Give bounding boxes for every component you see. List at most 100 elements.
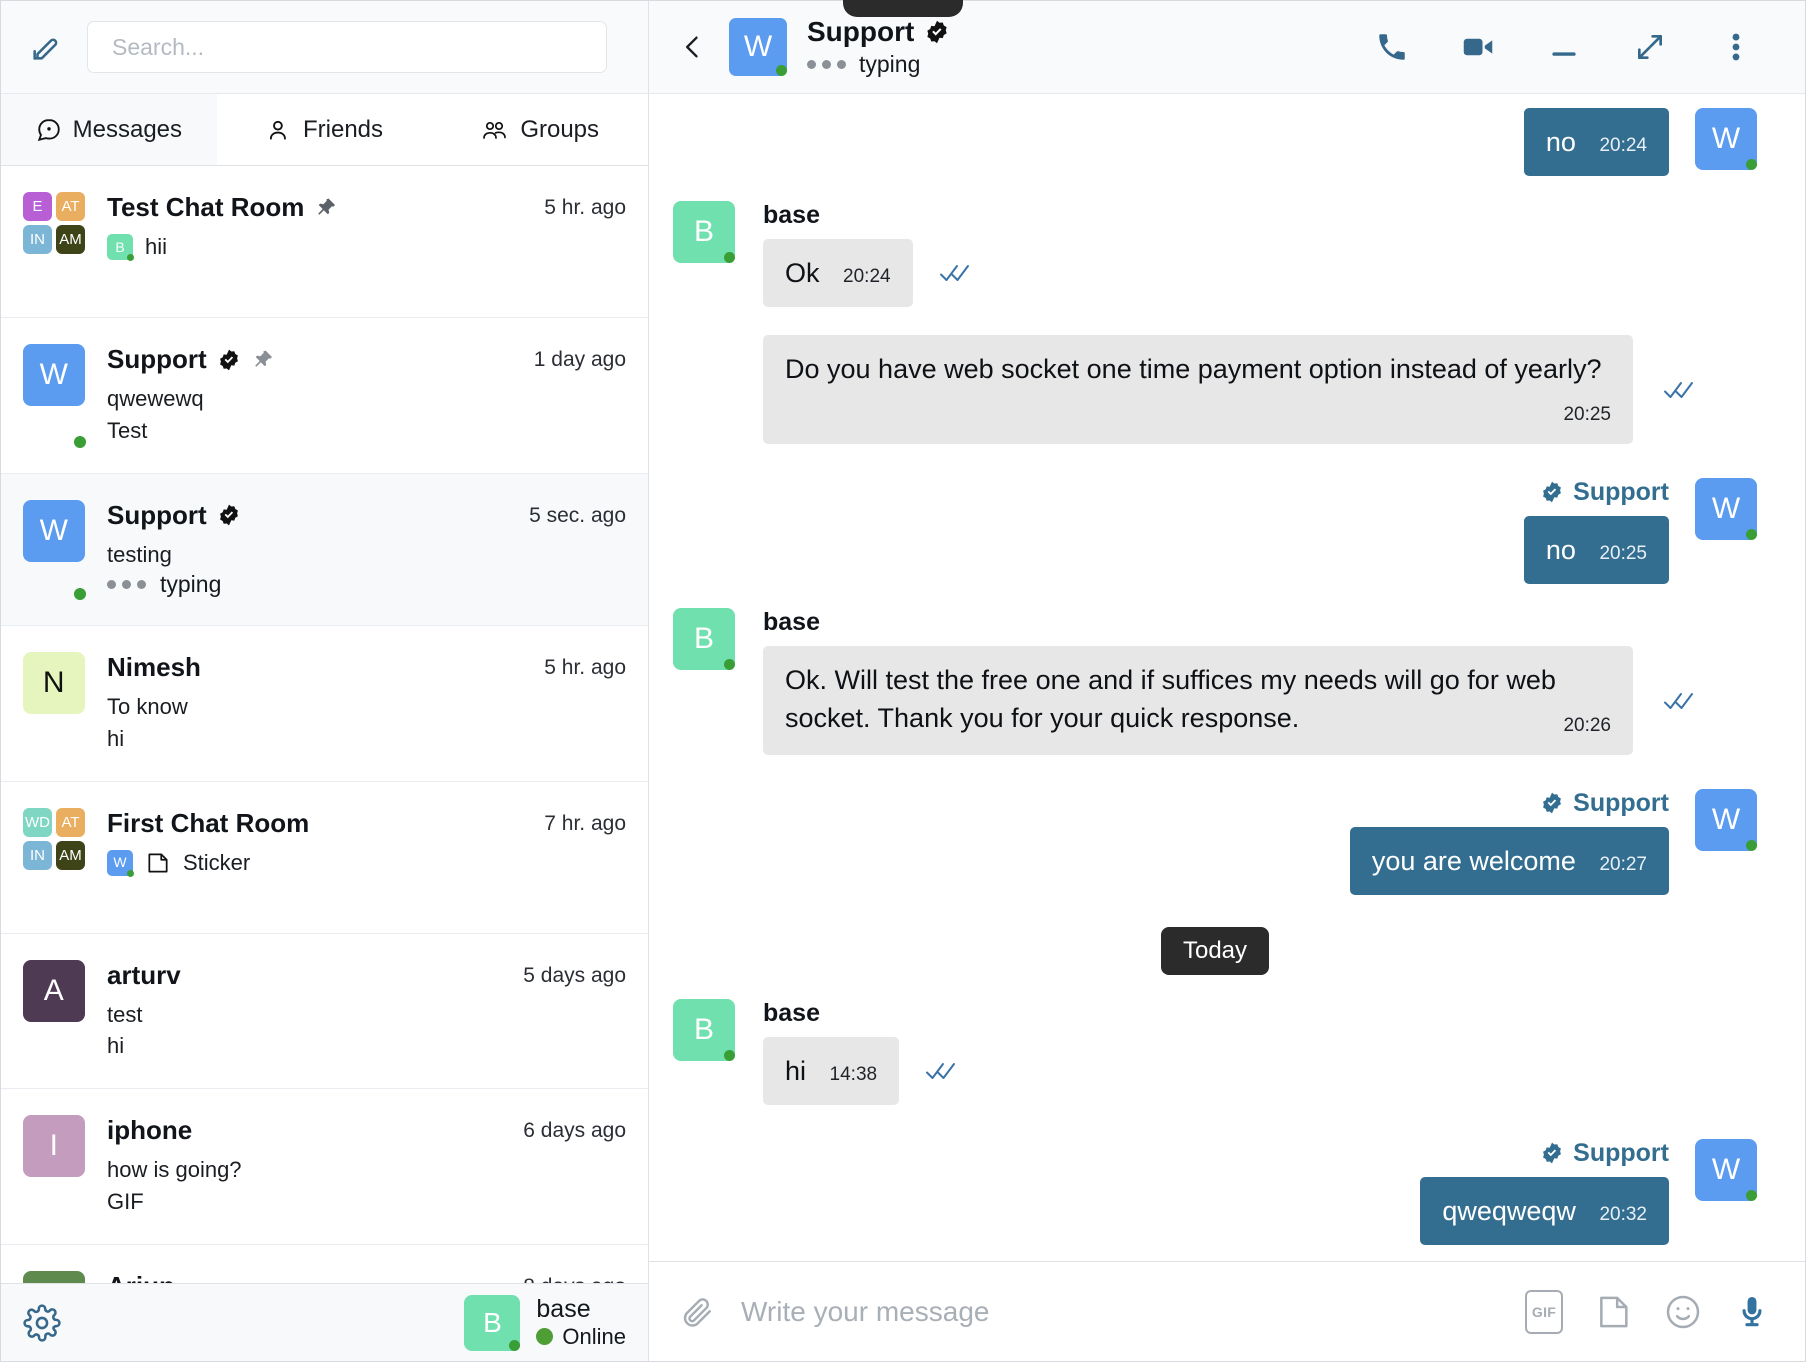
message-sender: Support [1573, 477, 1669, 506]
search-input[interactable] [112, 33, 582, 61]
chevron-left-icon[interactable] [679, 31, 729, 63]
message-sender-row: Support [1540, 478, 1669, 507]
message-list[interactable]: no 20:24 W B base Ok 20:24 Do you have w… [649, 94, 1805, 1261]
online-dot-icon [536, 1328, 554, 1346]
message-bubble[interactable]: Ok. Will test the free one and if suffic… [763, 646, 1633, 756]
avatar-tile: AT [56, 192, 85, 221]
paperclip-icon[interactable] [679, 1294, 715, 1330]
vertical-dots-icon[interactable] [1693, 17, 1779, 77]
avatar: B [673, 200, 735, 263]
group-avatar: WD AT IN AM [23, 807, 85, 907]
message-bubble[interactable]: qweqweqw 20:32 [1420, 1176, 1669, 1245]
message-column: Support no 20:25 [1523, 478, 1669, 584]
tab-groups-label: Groups [520, 115, 600, 143]
chat-header-title-row: Support [807, 16, 950, 48]
avatar-tile: WD [23, 807, 52, 837]
message-time: 20:27 [1599, 853, 1647, 875]
chat-header: W Support typing [649, 1, 1805, 94]
microphone-icon[interactable] [1733, 1293, 1771, 1331]
chat-list-item-name: Support [107, 499, 207, 530]
message-sender: base [763, 608, 820, 637]
chat-list-item-support-2[interactable]: W Support testing typing 5 sec. ago [1, 473, 648, 626]
minimize-icon[interactable] [1521, 17, 1607, 77]
message-input[interactable] [741, 1295, 1525, 1328]
message-bubble[interactable]: no 20:24 [1523, 108, 1669, 177]
avatar: A [23, 959, 85, 1063]
compose-pencil-icon[interactable] [23, 24, 69, 70]
message-composer: GIF [649, 1261, 1805, 1361]
double-check-icon [925, 1060, 959, 1082]
avatar: W [1695, 108, 1757, 170]
message-sender: Support [1573, 788, 1669, 817]
avatar-initial: N [23, 651, 85, 714]
chat-list-item-body: Nimesh To know hi [107, 652, 510, 755]
avatar-tile: IN [23, 840, 52, 870]
message-time: 14:38 [829, 1064, 878, 1085]
current-user-profile[interactable]: B base Online [464, 1294, 626, 1351]
message-text: Ok [785, 257, 820, 288]
message-text: Ok. Will test the free one and if suffic… [785, 665, 1556, 734]
chat-list-item-name: arturv [107, 959, 181, 990]
message-row: no 20:24 W [673, 108, 1757, 177]
avatar-initial: W [23, 499, 85, 562]
chat-list-item-body: Support testing typing [107, 500, 495, 599]
message-text: qweqweqw [1442, 1195, 1576, 1226]
chat-list-item-time: 5 hr. ago [544, 196, 626, 219]
sidebar-footer: B base Online [1, 1283, 648, 1361]
chat-pane: W Support typing no 20:24 W B base Ok 20… [649, 1, 1805, 1361]
gear-icon[interactable] [23, 1303, 61, 1342]
message-row: B base Ok 20:24 Do you have web socket o… [673, 200, 1757, 445]
preview-sender-avatar: B [107, 233, 134, 261]
message-sender: base [763, 999, 820, 1027]
message-bubble[interactable]: Do you have web socket one time payment … [763, 334, 1633, 445]
search-box[interactable] [87, 21, 607, 73]
chat-header-avatar: W [729, 18, 787, 76]
page-title: Support [807, 16, 915, 47]
chat-list-item-preview: qwewewq [107, 386, 204, 411]
message-sender: Support [1573, 1138, 1669, 1167]
chat-list-item-iphone[interactable]: I iphone how is going? GIF 6 days ago [1, 1089, 648, 1246]
chat-list-item-preview: test [107, 1001, 143, 1027]
video-camera-icon[interactable] [1435, 17, 1521, 77]
verified-badge-icon [217, 503, 241, 527]
chat-list-item-support-1[interactable]: W Support qwewewq Test 1 day ago [1, 318, 648, 474]
sticker-icon [145, 850, 171, 876]
chat-header-meta: Support typing [807, 16, 950, 78]
chat-list-item-preview: testing [107, 541, 172, 567]
current-user-name: base [536, 1295, 591, 1324]
chat-list-item-first-chat-room[interactable]: WD AT IN AM First Chat Room W Sticker 7 … [1, 781, 648, 934]
chat-list-item-body: Support qwewewq Test [107, 344, 500, 447]
message-bubble[interactable]: Ok 20:24 [763, 238, 913, 307]
chat-header-status-label: typing [859, 51, 921, 77]
expand-arrows-icon[interactable] [1607, 17, 1693, 77]
avatar-tile: E [23, 192, 52, 221]
person-icon [266, 117, 292, 143]
message-bubble[interactable]: hi 14:38 [763, 1037, 900, 1106]
phone-icon[interactable] [1349, 17, 1435, 77]
message-column: no 20:24 [1523, 108, 1669, 177]
chat-list-item-body: First Chat Room W Sticker [107, 808, 510, 907]
chat-list-item-arturv[interactable]: A arturv test hi 5 days ago [1, 933, 648, 1090]
tab-friends[interactable]: Friends [216, 94, 433, 165]
message-time: 20:24 [843, 265, 891, 287]
smiley-icon[interactable] [1663, 1292, 1703, 1332]
chat-list[interactable]: E AT IN AM Test Chat Room B hii 5 hr. ag… [1, 166, 648, 1361]
chat-list-item-name: Nimesh [107, 651, 201, 682]
double-check-icon [939, 262, 973, 284]
message-row: Support no 20:25 W [673, 477, 1757, 584]
message-bubble[interactable]: you are welcome 20:27 [1349, 826, 1669, 895]
gif-icon[interactable]: GIF [1525, 1289, 1563, 1334]
chat-bubble-icon [36, 117, 62, 143]
tab-messages-label: Messages [72, 115, 183, 143]
chat-header-status: typing [807, 51, 950, 78]
chat-list-item-nimesh[interactable]: N Nimesh To know hi 5 hr. ago [1, 625, 648, 782]
message-bubble[interactable]: no 20:25 [1523, 515, 1669, 584]
typing-label: typing [160, 570, 222, 597]
sticker-icon[interactable] [1593, 1292, 1633, 1332]
avatar: N [23, 651, 85, 755]
chat-list-item-preview: B hii [107, 231, 510, 263]
tab-groups[interactable]: Groups [432, 94, 649, 165]
tab-messages[interactable]: Messages [1, 94, 217, 165]
avatar-initial: W [23, 344, 85, 406]
chat-list-item-test-chat-room[interactable]: E AT IN AM Test Chat Room B hii 5 hr. ag… [1, 166, 648, 318]
